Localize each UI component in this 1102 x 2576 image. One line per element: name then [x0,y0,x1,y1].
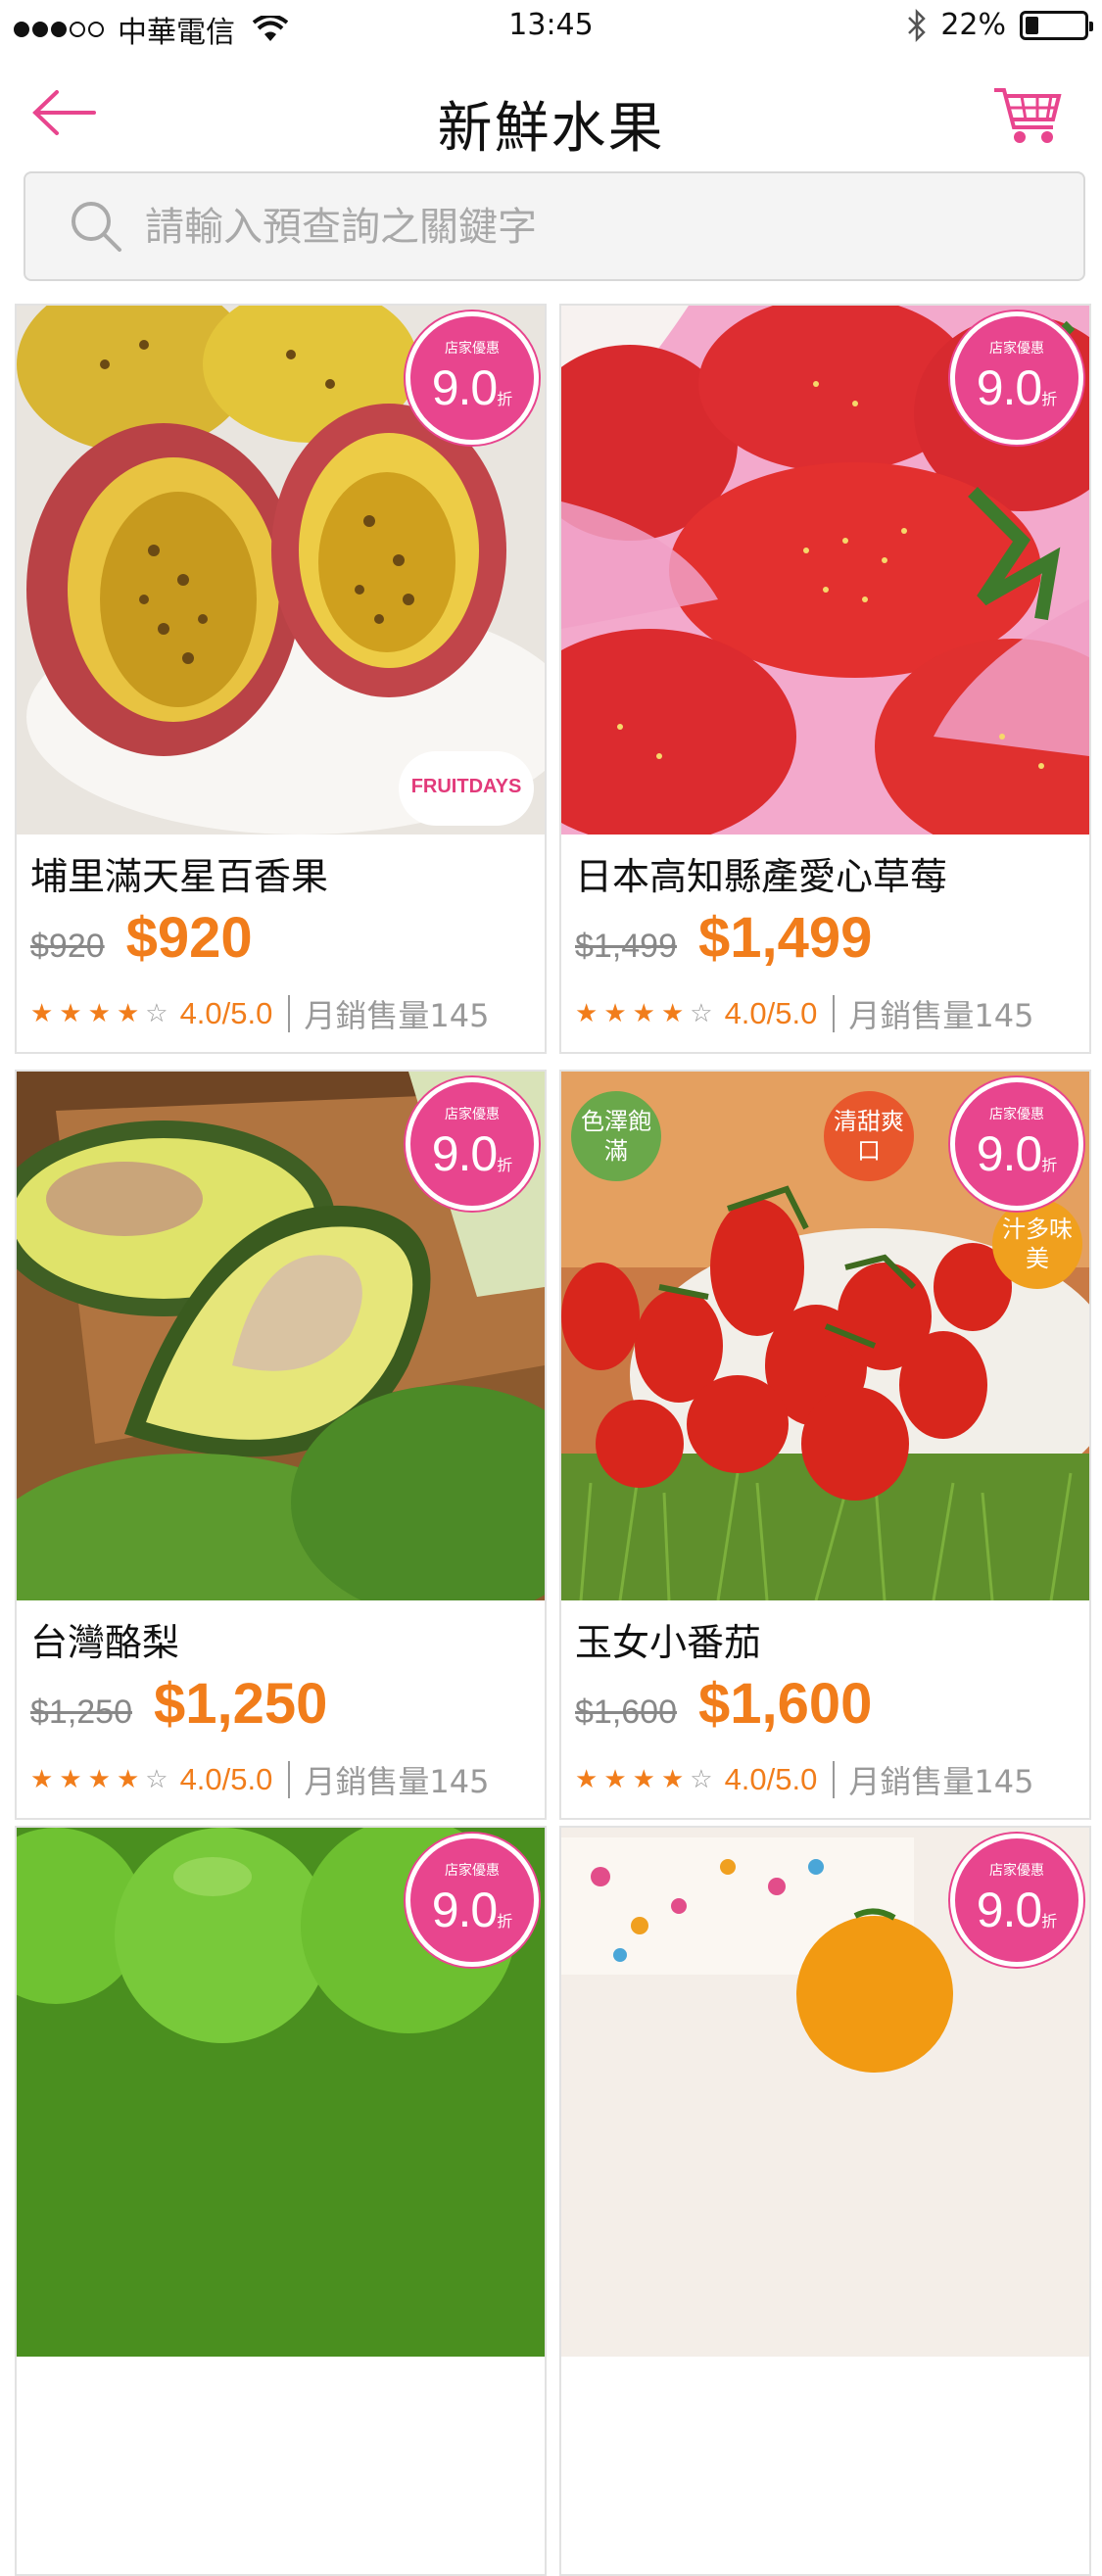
discount-badge: 店家優惠 9.0折 [406,311,539,445]
rating-row: ★ ★ ★ ★ ☆ 4.0/5.0 月銷售量145 [575,991,1033,1036]
page-title: 新鮮水果 [437,97,665,161]
star-filled-icon: ★ [575,999,599,1028]
monthly-sales: 月銷售量145 [304,997,490,1034]
rating-text: 4.0/5.0 [724,996,818,1030]
nav-bar: 新鮮水果 [0,55,1102,172]
bluetooth-icon [908,8,927,42]
product-image: 店家優惠 9.0折 [561,1828,1089,2357]
star-rating: ★ ★ ★ ★ ☆ [30,1765,168,1794]
star-filled-icon: ★ [59,999,82,1028]
product-card[interactable]: 店家優惠 9.0折 台灣酪梨 $1,250 $1,250 ★ ★ ★ ★ ☆ 4.0/5… [15,1070,547,1820]
divider [288,995,291,1032]
battery-percent: 22% [940,8,1006,42]
discount-badge: 店家優惠 9.0折 [950,1834,1083,1967]
star-filled-icon: ★ [30,999,54,1028]
sale-price: $1,499 [698,906,873,970]
star-filled-icon: ★ [59,1765,82,1794]
monthly-sales: 月銷售量145 [304,1763,490,1800]
product-name: 台灣酪梨 [30,1621,180,1664]
status-bar: 中華電信 13:45 22% [0,0,1102,55]
rating-text: 4.0/5.0 [179,996,273,1030]
battery-icon [1020,10,1093,40]
discount-badge: 店家優惠 9.0折 [950,1077,1083,1211]
star-filled-icon: ★ [30,1765,54,1794]
star-rating: ★ ★ ★ ★ ☆ [575,1765,713,1794]
original-price: $1,250 [30,1693,132,1731]
monthly-sales: 月銷售量145 [848,997,1034,1034]
star-empty-icon: ☆ [145,999,168,1028]
product-image: 色澤飽滿 清甜爽口 汁多味美 店家優惠 9.0折 [561,1072,1089,1600]
divider [833,1761,836,1798]
star-filled-icon: ★ [603,999,627,1028]
star-filled-icon: ★ [660,1765,685,1794]
discount-badge: 店家優惠 9.0折 [950,311,1083,445]
product-card[interactable]: 色澤飽滿 清甜爽口 汁多味美 店家優惠 9.0折 玉女小番茄 $1,600 $1… [559,1070,1091,1820]
product-image: 店家優惠 9.0折 FRUITDAYS [17,306,545,835]
divider [833,995,836,1032]
search-icon [72,202,121,252]
cart-icon[interactable] [992,84,1063,147]
price-row: $920 $920 [30,905,253,971]
rating-text: 4.0/5.0 [179,1762,273,1796]
product-image: 店家優惠 9.0折 [561,306,1089,835]
product-card[interactable]: 店家優惠 9.0折 FRUITDAYS 埔里滿天星百香果 $920 $920 ★… [15,304,547,1054]
star-empty-icon: ☆ [690,999,713,1028]
star-filled-icon: ★ [575,1765,599,1794]
product-name: 日本高知縣產愛心草莓 [575,855,948,898]
sale-price: $920 [125,906,253,970]
star-rating: ★ ★ ★ ★ ☆ [30,999,168,1028]
product-image: 店家優惠 9.0折 [17,1828,545,2357]
discount-badge: 店家優惠 9.0折 [406,1834,539,1967]
star-filled-icon: ★ [632,999,655,1028]
star-filled-icon: ★ [87,999,111,1028]
rating-row: ★ ★ ★ ★ ☆ 4.0/5.0 月銷售量145 [575,1757,1033,1802]
product-card[interactable]: 店家優惠 9.0折 [15,1826,547,2576]
star-filled-icon: ★ [116,999,140,1028]
rating-row: ★ ★ ★ ★ ☆ 4.0/5.0 月銷售量145 [30,991,489,1036]
star-filled-icon: ★ [116,1765,140,1794]
search-bar [24,171,1085,281]
star-empty-icon: ☆ [690,1765,713,1794]
product-image: 店家優惠 9.0折 [17,1072,545,1600]
monthly-sales: 月銷售量145 [848,1763,1034,1800]
search-input[interactable] [143,195,1029,260]
price-row: $1,600 $1,600 [575,1671,872,1737]
rating-row: ★ ★ ★ ★ ☆ 4.0/5.0 月銷售量145 [30,1757,489,1802]
star-empty-icon: ☆ [145,1765,168,1794]
product-name: 玉女小番茄 [575,1621,762,1664]
price-row: $1,250 $1,250 [30,1671,327,1737]
star-filled-icon: ★ [632,1765,655,1794]
star-filled-icon: ★ [660,999,685,1028]
sticker-color: 色澤飽滿 [571,1091,661,1181]
original-price: $920 [30,928,105,965]
sticker-sweet: 清甜爽口 [824,1091,914,1181]
sticker-juicy: 汁多味美 [992,1199,1082,1289]
original-price: $1,600 [575,1693,677,1731]
brand-logo: FRUITDAYS [402,754,531,823]
star-filled-icon: ★ [87,1765,111,1794]
sale-price: $1,250 [154,1672,328,1736]
product-card[interactable]: 店家優惠 9.0折 [559,1826,1091,2576]
product-card[interactable]: 店家優惠 9.0折 日本高知縣產愛心草莓 $1,499 $1,499 ★ ★ ★ ★ ☆… [559,304,1091,1054]
status-right: 22% [907,8,1093,42]
price-row: $1,499 $1,499 [575,905,872,971]
discount-badge: 店家優惠 9.0折 [406,1077,539,1211]
star-filled-icon: ★ [603,1765,627,1794]
divider [288,1761,291,1798]
rating-text: 4.0/5.0 [724,1762,818,1796]
star-rating: ★ ★ ★ ★ ☆ [575,999,713,1028]
original-price: $1,499 [575,928,677,965]
sale-price: $1,600 [698,1672,873,1736]
product-name: 埔里滿天星百香果 [30,855,329,898]
